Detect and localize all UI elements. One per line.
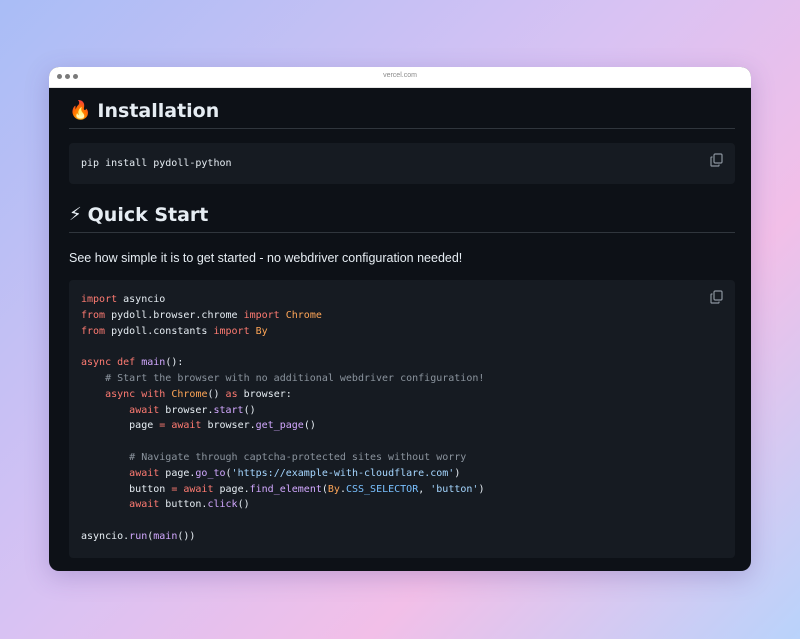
quickstart-code: import asyncio from pydoll.browser.chrom… <box>81 292 484 545</box>
install-code-block: pip install pydoll-python <box>69 143 735 184</box>
code-line: await page.go_to('https://example-with-c… <box>129 467 461 479</box>
copy-icon[interactable] <box>710 153 723 167</box>
quickstart-intro: See how simple it is to get started - no… <box>69 251 463 265</box>
code-line: import asyncio <box>81 294 166 305</box>
quickstart-title: Quick Start <box>87 204 209 226</box>
code-line: # Start the browser with no additional w… <box>105 372 485 384</box>
lightning-icon: ⚡ <box>69 204 82 225</box>
code-line: # Navigate through captcha-protected sit… <box>129 451 467 463</box>
install-command: pip install pydoll-python <box>81 158 232 169</box>
code-line: from pydoll.constants import By <box>81 325 268 337</box>
code-line: page = await browser.get_page() <box>81 420 316 432</box>
installation-heading: 🔥 Installation <box>69 100 735 129</box>
copy-icon[interactable] <box>710 290 723 304</box>
code-line: await button.click() <box>129 499 250 511</box>
browser-window: vercel.com 🔥 Installation pip install py… <box>49 67 751 571</box>
installation-title: Installation <box>97 100 220 122</box>
fire-icon: 🔥 <box>69 100 92 121</box>
code-line: async def main(): <box>81 357 184 369</box>
code-line: from pydoll.browser.chrome import Chrome <box>81 309 322 321</box>
page-content: 🔥 Installation pip install pydoll-python… <box>49 88 751 571</box>
address-bar-url[interactable]: vercel.com <box>49 72 751 79</box>
code-line: await browser.start() <box>129 404 256 416</box>
code-line: async with Chrome() as browser: <box>105 388 292 400</box>
code-line: button = await page.find_element(By.CSS_… <box>81 483 485 495</box>
browser-titlebar: vercel.com <box>49 67 751 88</box>
quickstart-heading: ⚡ Quick Start <box>69 204 735 233</box>
quickstart-code-block: import asyncio from pydoll.browser.chrom… <box>69 280 735 558</box>
code-line: asyncio.run(main()) <box>81 530 196 542</box>
